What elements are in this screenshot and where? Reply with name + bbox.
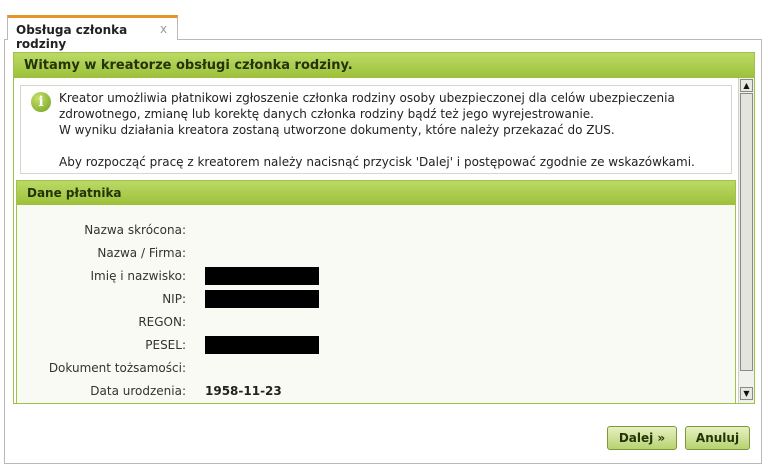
field-short-name: Nazwa skrócona: (17, 221, 717, 241)
info-line: Kreator umożliwia płatnikowi zgłoszenie … (59, 91, 675, 105)
info-text: Kreator umożliwia płatnikowi zgłoszenie … (59, 90, 729, 170)
redacted-value (205, 290, 319, 308)
field-nip: NIP: (17, 290, 717, 310)
wizard-scroll-area: i Kreator umożliwia płatnikowi zgłoszeni… (14, 78, 738, 403)
scrollbar-thumb[interactable] (740, 93, 753, 371)
field-label: PESEL: (145, 338, 186, 352)
wizard-title: Witamy w kreatorze obsługi członka rodzi… (24, 58, 353, 73)
redacted-value (205, 267, 319, 285)
field-pesel: PESEL: (17, 336, 717, 356)
tab-label: Obsługa członka rodziny (16, 23, 128, 51)
scroll-up-icon[interactable]: ▲ (740, 79, 753, 92)
vertical-scrollbar[interactable]: ▲ ▼ (738, 78, 754, 403)
field-label: NIP: (162, 292, 186, 306)
info-line: W wyniku działania kreatora zostaną utwo… (59, 123, 615, 137)
tab-family-member[interactable]: Obsługa członka rodziny x (7, 15, 178, 51)
info-box: i Kreator umożliwia płatnikowi zgłoszeni… (20, 85, 732, 174)
payer-data-title: Dane płatnika (27, 186, 122, 200)
field-label: REGON: (138, 315, 186, 329)
field-company-name: Nazwa / Firma: (17, 244, 717, 264)
tab-bar: Obsługa członka rodziny x (0, 0, 767, 51)
cancel-button[interactable]: Anuluj (685, 426, 750, 450)
field-full-name: Imię i nazwisko: (17, 267, 717, 287)
scroll-down-icon[interactable]: ▼ (740, 387, 753, 400)
close-icon[interactable]: x (160, 23, 167, 35)
wizard-panel: Witamy w kreatorze obsługi członka rodzi… (13, 52, 755, 404)
field-id-document: Dokument tożsamości: (17, 359, 717, 379)
info-icon: i (31, 92, 51, 112)
next-button[interactable]: Dalej » (607, 426, 677, 450)
wizard-header: Witamy w kreatorze obsługi członka rodzi… (14, 53, 754, 78)
payer-data-header: Dane płatnika (17, 181, 735, 205)
birth-date-value: 1958-11-23 (205, 384, 282, 398)
info-line: Aby rozpocząć pracę z kreatorem należy n… (59, 155, 695, 169)
payer-data-panel: Dane płatnika Nazwa skrócona: Nazwa / Fi… (16, 180, 736, 403)
field-regon: REGON: (17, 313, 717, 333)
field-label: Data urodzenia: (90, 384, 186, 398)
field-label: Nazwa skrócona: (84, 223, 186, 237)
info-line: zdrowotnego, zmianę lub korektę danych c… (59, 107, 594, 121)
field-label: Dokument tożsamości: (48, 361, 186, 375)
field-label: Imię i nazwisko: (90, 269, 186, 283)
field-birth-date: Data urodzenia: 1958-11-23 (17, 382, 717, 402)
redacted-value (205, 336, 319, 354)
field-label: Nazwa / Firma: (97, 246, 186, 260)
